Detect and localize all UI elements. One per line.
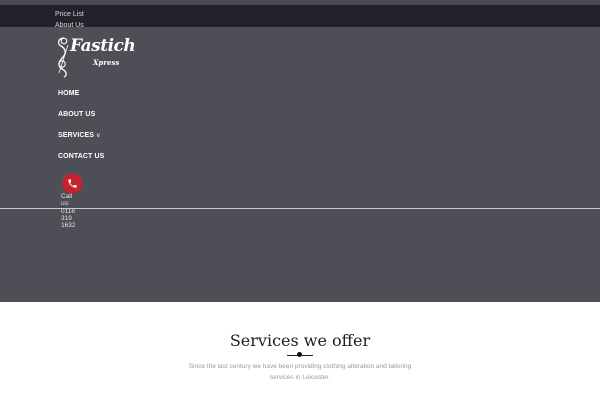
title-divider	[287, 351, 313, 359]
nav-item-services-label: SERVICES	[58, 132, 95, 139]
site-logo[interactable]: Fastich Xpress	[55, 35, 136, 79]
services-description: Since the last century we have been prov…	[188, 363, 412, 381]
divider-dot	[297, 352, 302, 357]
call-button[interactable]	[62, 173, 82, 193]
services-title: Services we offer	[229, 331, 371, 350]
nav-item-services[interactable]: SERVICES ∨	[58, 132, 101, 139]
nav-item-home[interactable]: HOME	[58, 90, 79, 97]
phone-icon	[67, 178, 77, 188]
brand-tagline: Xpress	[93, 58, 120, 67]
brand-name: Fastich	[70, 36, 136, 56]
call-us-text[interactable]: Call us: 0116 319 1632	[61, 193, 75, 229]
about-us-link[interactable]: About Us	[55, 22, 84, 29]
nav-item-about-us[interactable]: ABOUT US	[58, 111, 95, 118]
nav-item-contact-us[interactable]: CONTACT US	[58, 153, 104, 160]
top-bar: Price List	[0, 5, 600, 27]
chevron-down-icon: ∨	[96, 133, 101, 139]
price-list-link[interactable]: Price List	[55, 11, 84, 18]
hero-divider-line	[0, 208, 600, 209]
